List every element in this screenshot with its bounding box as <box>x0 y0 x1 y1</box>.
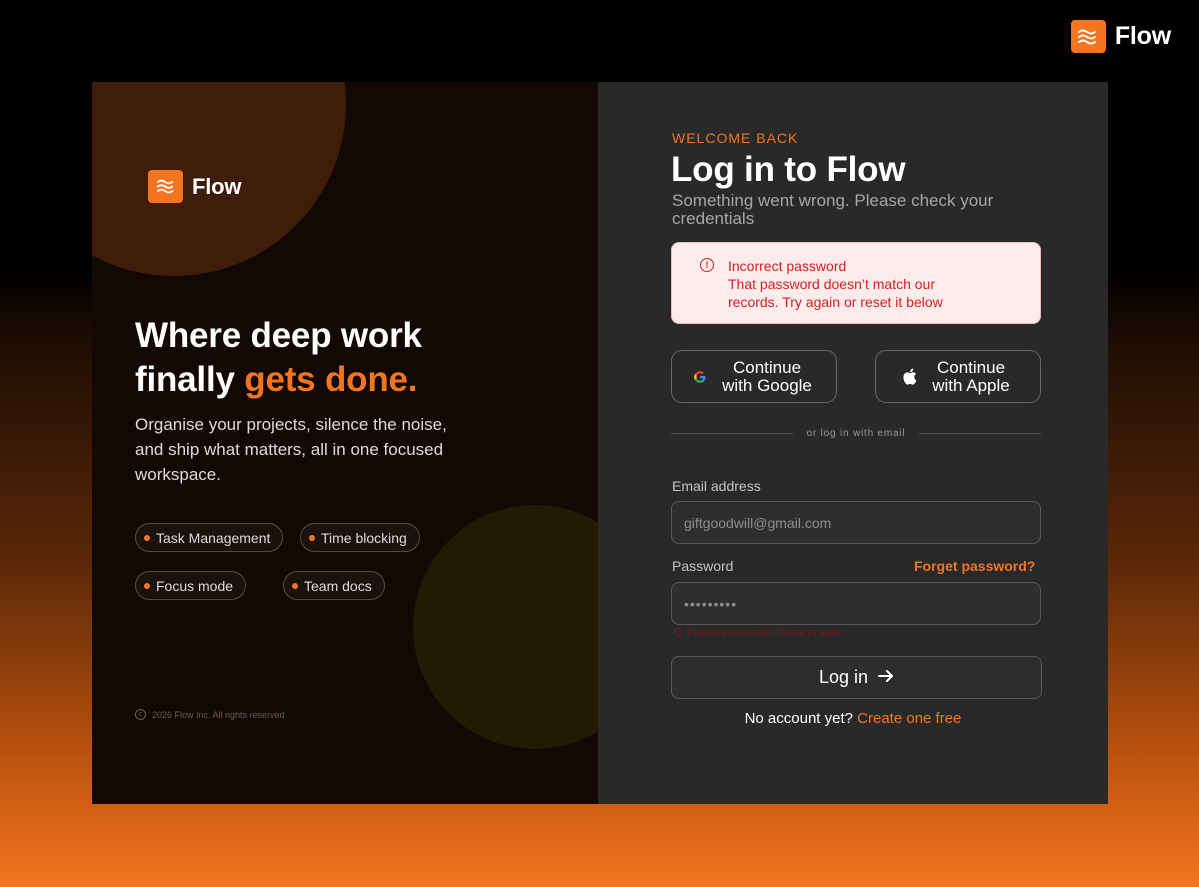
page-title: Log in to Flow <box>671 150 906 189</box>
headline-line-1: Where deep work <box>135 316 422 355</box>
chip-dot <box>144 534 150 541</box>
password-field[interactable] <box>671 582 1041 625</box>
hero-panel: Flow Where deep work finally gets done. … <box>92 82 598 804</box>
headline-line-2: finally <box>135 360 245 399</box>
password-error-text: Password is incorrect. Please try again <box>687 627 843 637</box>
google-icon <box>691 370 709 384</box>
decor-circle <box>413 505 598 749</box>
error-alert: ! Incorrect password That password doesn… <box>671 242 1041 324</box>
chip-label: Task Management <box>156 529 271 546</box>
google-button-label: Continue with Google <box>722 357 812 395</box>
signup-prompt-text: No account yet? <box>744 710 853 727</box>
apple-icon <box>900 368 918 385</box>
chip-focus-mode: Focus mode <box>135 571 247 600</box>
logo-text: Flow <box>1114 22 1171 50</box>
arrow-right-icon <box>878 667 894 688</box>
copyright-text: 2026 Flow Inc. All rights reserved <box>152 709 285 720</box>
hero-subcopy: Organise your projects, silence the nois… <box>135 415 447 484</box>
chip-label: Focus mode <box>156 577 234 594</box>
forgot-password-link[interactable]: Forget password? <box>914 558 1035 574</box>
email-field[interactable] <box>671 501 1041 544</box>
chip-dot <box>144 582 150 589</box>
error-icon <box>674 628 682 636</box>
header-logo[interactable]: Flow <box>1070 20 1171 53</box>
login-card: Flow Where deep work finally gets done. … <box>92 82 1108 804</box>
alert-title: Incorrect password <box>728 258 847 274</box>
email-label: Email address <box>672 478 761 494</box>
chip-dot <box>309 534 315 541</box>
chip-dot <box>292 582 298 589</box>
login-button[interactable]: Log in <box>671 656 1042 699</box>
apple-button-label: Continue with Apple <box>932 357 1010 395</box>
headline-accent: gets done. <box>244 360 418 399</box>
chip-task-management: Task Management <box>135 523 284 552</box>
continue-with-google-button[interactable]: Continue with Google <box>671 350 837 403</box>
waves-icon <box>148 170 183 203</box>
divider-line <box>671 433 793 434</box>
divider-text: or log in with email <box>806 428 906 439</box>
login-button-label: Log in <box>818 667 869 687</box>
hero-logo: Flow <box>148 170 242 203</box>
copyright: c 2026 Flow Inc. All rights reserved <box>135 709 285 720</box>
eyebrow: WELCOME BACK <box>672 130 799 146</box>
chip-label: Team docs <box>304 577 372 594</box>
logo-text: Flow <box>192 173 242 199</box>
chip-time-blocking: Time blocking <box>300 523 420 552</box>
password-error: Password is incorrect. Please try again <box>674 627 842 637</box>
copyright-icon: c <box>135 709 146 720</box>
alert-circle-icon: ! <box>700 258 714 272</box>
page-subtitle: Something went wrong. Please check your … <box>672 191 994 228</box>
create-account-link[interactable]: Create one free <box>857 710 961 727</box>
chip-label: Time blocking <box>321 529 407 546</box>
signup-prompt: No account yet? Create one free <box>598 710 1108 727</box>
login-panel: WELCOME BACK Log in to Flow Something we… <box>598 82 1108 804</box>
divider-line <box>919 433 1041 434</box>
divider: or log in with email <box>671 428 1041 439</box>
alert-body: That password doesn’t match our records.… <box>728 276 943 310</box>
password-label: Password <box>672 558 734 574</box>
continue-with-apple-button[interactable]: Continue with Apple <box>875 350 1041 403</box>
hero-headline: Where deep work finally gets done. <box>135 314 422 402</box>
chip-team-docs: Team docs <box>283 571 385 600</box>
waves-icon <box>1070 20 1106 53</box>
